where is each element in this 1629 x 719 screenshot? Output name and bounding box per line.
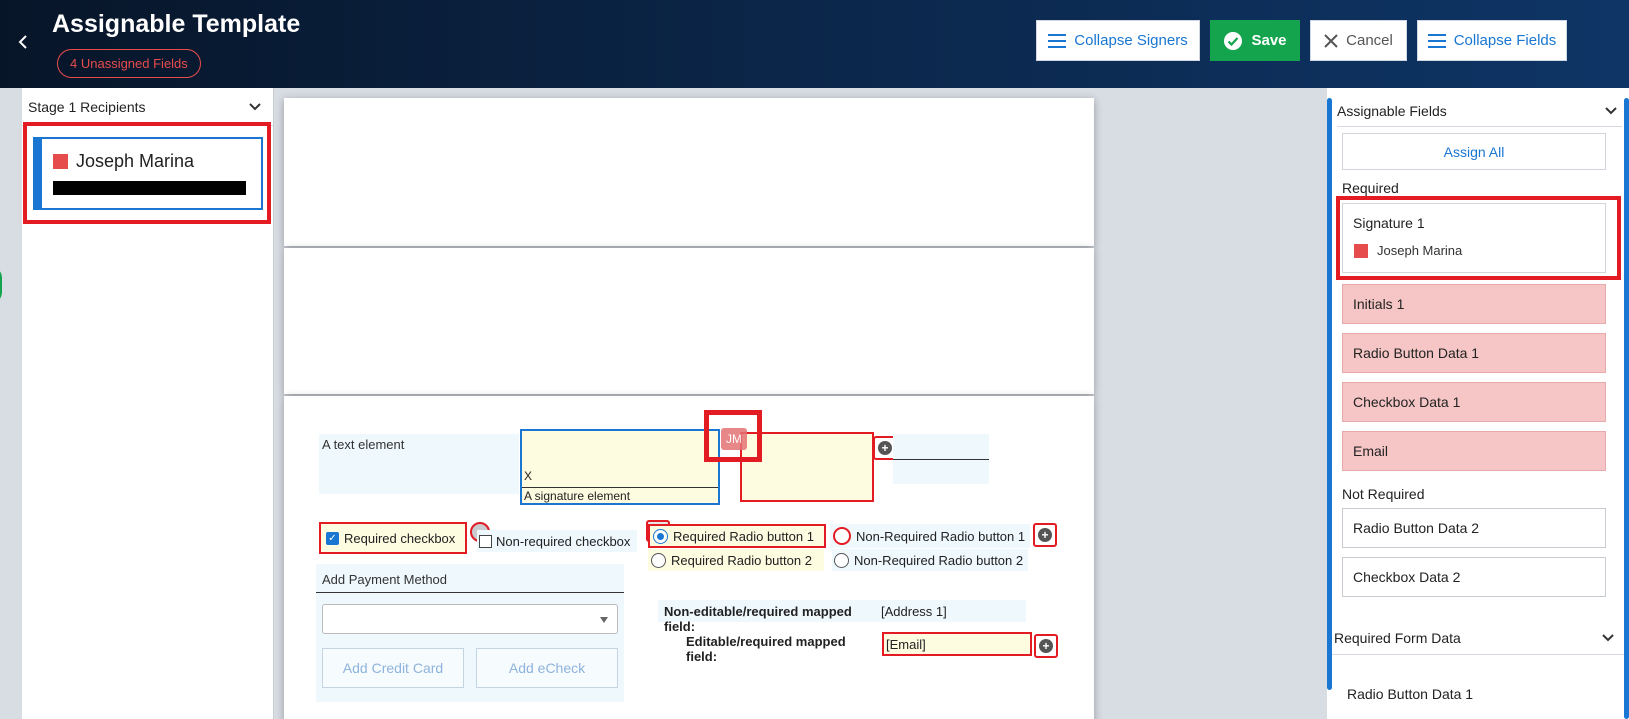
document-page-3: A text element X A signature element JM … bbox=[284, 396, 1094, 719]
recipients-heading: Stage 1 Recipients bbox=[28, 98, 146, 115]
checkbox-unchecked-icon[interactable] bbox=[479, 534, 492, 548]
plus-icon: + bbox=[878, 441, 892, 455]
nonrequired-radio-1-label: Non-Required Radio button 1 bbox=[856, 528, 1026, 544]
add-credit-card-button[interactable]: Add Credit Card bbox=[322, 648, 464, 688]
save-button[interactable]: Save bbox=[1210, 20, 1300, 61]
assignable-fields-panel: Assignable Fields Assign All Required Si… bbox=[1327, 88, 1629, 719]
signature-line bbox=[522, 487, 718, 488]
document-page-2 bbox=[284, 248, 1094, 394]
field-card-email[interactable]: Email bbox=[1342, 431, 1606, 471]
document-page-1 bbox=[284, 98, 1094, 246]
check-circle-icon bbox=[1224, 31, 1243, 50]
editable-mapped-label: Editable/required mapped field: bbox=[686, 634, 846, 664]
recipients-panel: Stage 1 Recipients Joseph Marina redacte… bbox=[22, 88, 274, 719]
nonrequired-checkbox-element[interactable]: Non-required checkbox bbox=[477, 530, 637, 552]
field-card-checkbox-data-1[interactable]: Checkbox Data 1 bbox=[1342, 382, 1606, 422]
checkbox-checked-icon[interactable]: ✓ bbox=[326, 531, 339, 545]
plus-icon: + bbox=[1039, 639, 1053, 653]
chevron-down-icon[interactable] bbox=[1605, 107, 1617, 115]
editable-mapped-field[interactable]: [Email] bbox=[882, 632, 1032, 656]
recipient-color-swatch bbox=[53, 154, 68, 169]
chevron-down-icon[interactable] bbox=[1602, 634, 1614, 642]
required-form-data-heading: Required Form Data bbox=[1334, 630, 1461, 646]
divider bbox=[1337, 126, 1622, 127]
blank-field-line bbox=[893, 459, 989, 460]
scrollbar[interactable] bbox=[1327, 98, 1332, 690]
unassigned-fields-badge: 4 Unassigned Fields bbox=[57, 49, 201, 78]
assignable-fields-heading: Assignable Fields bbox=[1337, 103, 1447, 119]
payment-divider bbox=[316, 592, 624, 593]
required-radio-2-label: Required Radio button 2 bbox=[671, 552, 812, 568]
nonrequired-radio-2[interactable]: Non-Required Radio button 2 bbox=[832, 549, 1028, 571]
radio-unselected-icon[interactable] bbox=[834, 552, 849, 568]
nonrequired-radio-1[interactable]: Non-Required Radio button 1 bbox=[830, 524, 1030, 548]
noneditable-mapped-value: [Address 1] bbox=[874, 600, 1026, 622]
document-canvas: A text element X A signature element JM … bbox=[274, 88, 1314, 719]
required-radio-2[interactable]: Required Radio button 2 bbox=[648, 549, 824, 571]
scrollbar[interactable] bbox=[1624, 98, 1629, 719]
field-card-initials-1[interactable]: Initials 1 bbox=[1342, 284, 1606, 324]
menu-icon bbox=[1427, 33, 1446, 48]
field-card-radio-button-data-1[interactable]: Radio Button Data 1 bbox=[1342, 333, 1606, 373]
assignee-color-swatch bbox=[1354, 244, 1368, 258]
form-data-item: Radio Button Data 1 bbox=[1347, 686, 1474, 702]
signature-card-assignee: Joseph Marina bbox=[1377, 243, 1463, 258]
signer-initials-chip[interactable]: JM bbox=[721, 428, 747, 450]
cancel-button[interactable]: Cancel bbox=[1310, 20, 1407, 61]
collapse-signers-label: Collapse Signers bbox=[1074, 32, 1188, 49]
chevron-down-icon[interactable] bbox=[249, 102, 261, 111]
radio-unselected-icon[interactable] bbox=[651, 552, 666, 568]
required-section-label: Required bbox=[1342, 180, 1399, 196]
required-checkbox-label: Required checkbox bbox=[344, 530, 456, 546]
add-echeck-button[interactable]: Add eCheck bbox=[476, 648, 618, 688]
collapse-fields-label: Collapse Fields bbox=[1453, 32, 1557, 49]
signature-card-title: Signature 1 bbox=[1353, 215, 1425, 231]
recipient-name: Joseph Marina bbox=[76, 151, 195, 171]
save-label: Save bbox=[1251, 32, 1287, 49]
plus-icon: + bbox=[1038, 528, 1052, 542]
add-mapped-field-button[interactable]: + bbox=[1034, 634, 1058, 658]
blank-field-element[interactable] bbox=[893, 434, 989, 484]
cancel-label: Cancel bbox=[1346, 32, 1393, 49]
text-element[interactable]: A text element bbox=[319, 434, 519, 494]
field-card-checkbox-data-2[interactable]: Checkbox Data 2 bbox=[1342, 557, 1606, 597]
signature-field-card[interactable]: Signature 1 Joseph Marina bbox=[1342, 203, 1606, 273]
recipient-card[interactable]: Joseph Marina redacted bbox=[33, 137, 263, 210]
nonrequired-checkbox-label: Non-required checkbox bbox=[496, 533, 631, 549]
field-card-radio-button-data-2[interactable]: Radio Button Data 2 bbox=[1342, 508, 1606, 548]
page-title: Assignable Template bbox=[52, 10, 301, 38]
signature-element[interactable]: X A signature element bbox=[520, 429, 720, 505]
required-form-data-header[interactable]: Required Form Data bbox=[1334, 623, 1619, 653]
payment-method-select[interactable] bbox=[322, 604, 618, 634]
signature-x-mark: X bbox=[524, 469, 533, 483]
required-radio-1[interactable]: Required Radio button 1 bbox=[648, 524, 826, 548]
assignable-fields-header[interactable]: Assignable Fields bbox=[1337, 96, 1617, 126]
app-header: Assignable Template 4 Unassigned Fields … bbox=[0, 0, 1629, 88]
required-radio-1-label: Required Radio button 1 bbox=[673, 528, 814, 544]
collapse-fields-button[interactable]: Collapse Fields bbox=[1417, 20, 1567, 61]
menu-icon bbox=[1048, 33, 1067, 48]
close-icon bbox=[1324, 33, 1338, 48]
recipient-email-redacted: redacted bbox=[53, 181, 246, 195]
assign-all-button[interactable]: Assign All bbox=[1342, 133, 1606, 170]
recipients-header[interactable]: Stage 1 Recipients bbox=[22, 88, 273, 126]
divider bbox=[1332, 654, 1624, 655]
nonrequired-radio-2-label: Non-Required Radio button 2 bbox=[854, 552, 1024, 568]
payment-title: Add Payment Method bbox=[322, 572, 448, 587]
add-radio-button[interactable]: + bbox=[1033, 523, 1057, 547]
back-chevron-icon[interactable] bbox=[18, 34, 32, 54]
not-required-section-label: Not Required bbox=[1342, 486, 1425, 502]
signature-label: A signature element bbox=[524, 489, 631, 503]
payment-method-element: Add Payment Method Add Credit Card Add e… bbox=[316, 564, 624, 702]
collapse-signers-button[interactable]: Collapse Signers bbox=[1036, 20, 1200, 61]
noneditable-mapped-label: Non-editable/required mapped field: bbox=[658, 600, 874, 634]
radio-selected-icon[interactable] bbox=[653, 528, 668, 544]
required-checkbox-element[interactable]: ✓ Required checkbox bbox=[319, 522, 467, 554]
radio-unselected-icon[interactable] bbox=[833, 527, 851, 545]
side-tab[interactable] bbox=[0, 266, 2, 304]
